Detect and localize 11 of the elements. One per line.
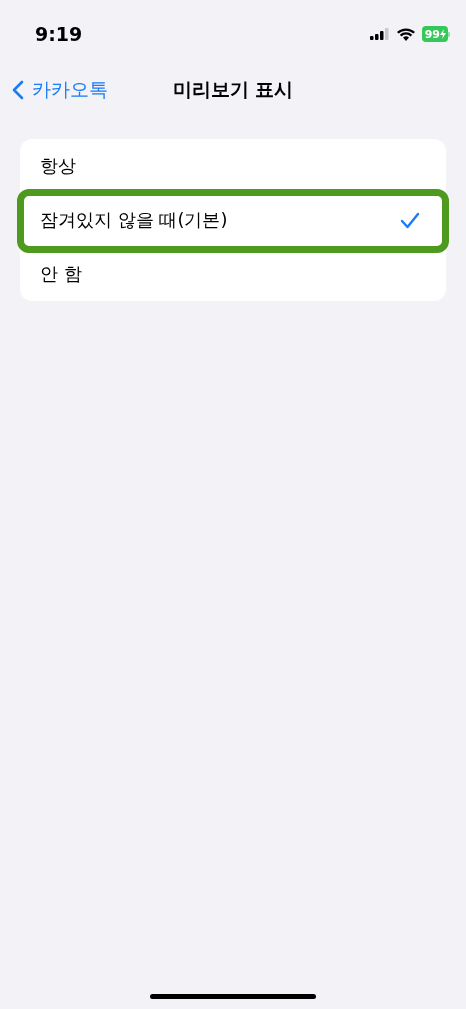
back-chevron-icon [12,80,24,100]
status-time: 9:19 [35,23,83,45]
signal-icon [369,28,390,40]
option-row[interactable]: 항상 [20,139,446,193]
page-title: 미리보기 표시 [172,77,294,102]
wifi-icon [396,27,415,41]
back-button[interactable]: 카카오톡 [0,77,108,103]
charging-bolt-icon [440,29,446,39]
option-row[interactable]: 안 함 [20,247,446,301]
option-row[interactable]: 잠겨있지 않을 때(기본) [20,193,446,247]
battery-level: 99 [421,26,448,42]
